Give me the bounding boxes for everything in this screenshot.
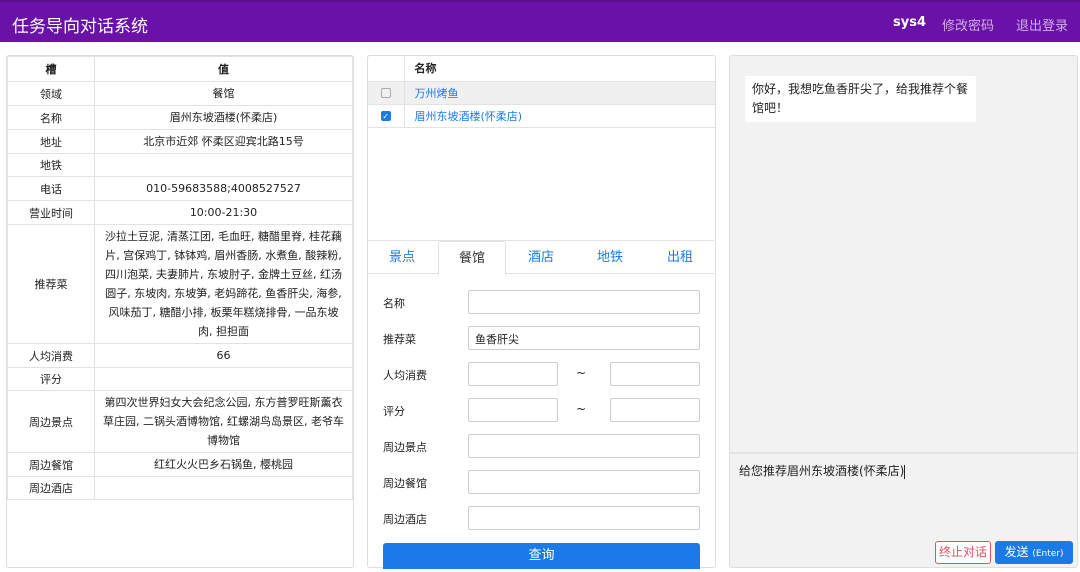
divider <box>730 452 1077 454</box>
tab-hotel[interactable]: 酒店 <box>507 241 575 275</box>
slot-name: 周边餐馆 <box>7 452 95 477</box>
app-title: 任务导向对话系统 <box>12 17 148 37</box>
table-row[interactable]: 万州烤鱼 <box>368 81 715 105</box>
table-row: 评分 <box>7 367 353 391</box>
near-rest-label: 周边餐馆 <box>383 477 427 490</box>
user-message: 你好，我想吃鱼香肝尖了，给我推荐个餐馆吧！ <box>745 76 976 122</box>
name-input[interactable] <box>468 290 700 314</box>
near-spot-input[interactable] <box>468 434 700 458</box>
send-label: 发送 <box>1004 545 1029 559</box>
price-label: 人均消费 <box>383 369 427 382</box>
slot-panel: 槽值 领域 餐馆 名称 眉州东坡酒楼(怀柔店) 地址 北京市近郊 怀柔区迎宾北路15号 地铁… <box>6 55 354 568</box>
dish-label: 推荐菜 <box>383 333 416 346</box>
username: sys4 <box>893 15 926 30</box>
result-name-link[interactable]: 眉州东坡酒楼(怀柔店) <box>404 104 715 128</box>
range-tilde: ~ <box>576 366 587 380</box>
near-hotel-label: 周边酒店 <box>383 513 427 526</box>
slot-name: 领域 <box>7 81 95 106</box>
table-row: 人均消费 66 <box>7 343 353 368</box>
table-row: 周边景点 第四次世界妇女大会纪念公园, 东方普罗旺斯薰衣草庄园, 二锅头酒博物馆,… <box>7 390 353 453</box>
slot-value: 010-59683588;4008527527 <box>94 176 353 201</box>
slot-name: 地址 <box>7 129 95 154</box>
slot-value: 66 <box>94 343 353 368</box>
table-row: 电话 010-59683588;4008527527 <box>7 176 353 201</box>
domain-tabs: 景点 餐馆 酒店 地铁 出租 <box>368 240 714 276</box>
slot-value: 第四次世界妇女大会纪念公园, 东方普罗旺斯薰衣草庄园, 二锅头酒博物馆, 红螺湖… <box>94 390 353 453</box>
send-button[interactable]: 发送 (Enter) <box>995 541 1073 564</box>
name-label: 名称 <box>383 297 405 310</box>
rating-min-input[interactable] <box>468 398 558 422</box>
near-spot-label: 周边景点 <box>383 441 427 454</box>
result-table: 名称 万州烤鱼 ✓ 眉州东坡酒楼(怀柔店) <box>368 56 715 128</box>
tab-metro[interactable]: 地铁 <box>576 241 644 275</box>
table-row: 领域 餐馆 <box>7 81 353 106</box>
slot-value: 眉州东坡酒楼(怀柔店) <box>94 105 353 130</box>
table-row: 地址 北京市近郊 怀柔区迎宾北路15号 <box>7 129 353 154</box>
slot-value: 红红火火巴乡石锅鱼, 樱桃园 <box>94 452 353 477</box>
table-row: 周边酒店 <box>7 476 353 500</box>
query-button[interactable]: 查询 <box>383 543 700 569</box>
table-row: 地铁 <box>7 153 353 177</box>
search-panel: 名称 万州烤鱼 ✓ 眉州东坡酒楼(怀柔店) 景点 餐馆 酒店 地铁 出租 名称 推… <box>367 55 716 569</box>
price-min-input[interactable] <box>468 362 558 386</box>
slot-value: 北京市近郊 怀柔区迎宾北路15号 <box>94 129 353 154</box>
result-name-link[interactable]: 万州烤鱼 <box>404 81 715 105</box>
checkbox-checked[interactable]: ✓ <box>380 111 391 121</box>
table-row: 名称 眉州东坡酒楼(怀柔店) <box>7 105 353 130</box>
near-rest-input[interactable] <box>468 470 700 494</box>
table-row[interactable]: ✓ 眉州东坡酒楼(怀柔店) <box>368 104 715 128</box>
rating-label: 评分 <box>383 405 405 418</box>
text-caret <box>904 464 906 479</box>
table-row: 周边餐馆 红红火火巴乡石锅鱼, 樱桃园 <box>7 452 353 477</box>
slot-name: 电话 <box>7 176 95 201</box>
slot-value <box>94 367 353 391</box>
col-value: 值 <box>94 56 353 82</box>
slot-name: 地铁 <box>7 153 95 177</box>
logout-link[interactable]: 退出登录 <box>1016 15 1068 34</box>
range-tilde: ~ <box>576 402 587 416</box>
slot-table: 槽值 领域 餐馆 名称 眉州东坡酒楼(怀柔店) 地址 北京市近郊 怀柔区迎宾北路15号 地铁… <box>7 56 353 500</box>
price-max-input[interactable] <box>610 362 700 386</box>
near-hotel-input[interactable] <box>468 506 700 530</box>
slot-name: 名称 <box>7 105 95 130</box>
send-hint: (Enter) <box>1032 549 1064 559</box>
app-header: 任务导向对话系统 sys4 修改密码 退出登录 <box>0 0 1080 42</box>
col-slot: 槽 <box>7 56 95 82</box>
tab-taxi[interactable]: 出租 <box>646 241 714 275</box>
dish-input[interactable]: 鱼香肝尖 <box>468 326 700 350</box>
slot-value: 沙拉土豆泥, 清蒸江团, 毛血旺, 糖醋里脊, 桂花藕片, 宫保鸡丁, 钵钵鸡,… <box>94 224 353 344</box>
tab-spot[interactable]: 景点 <box>368 241 436 275</box>
slot-name: 周边景点 <box>7 390 95 453</box>
tab-restaurant[interactable]: 餐馆 <box>438 241 506 276</box>
rating-max-input[interactable] <box>610 398 700 422</box>
slot-value: 餐馆 <box>94 81 353 106</box>
change-password-link[interactable]: 修改密码 <box>942 15 994 34</box>
slot-name: 人均消费 <box>7 343 95 368</box>
reply-text: 给您推荐眉州东坡酒楼(怀柔店) <box>739 464 905 478</box>
slot-name: 营业时间 <box>7 200 95 225</box>
stop-dialog-button[interactable]: 终止对话 <box>935 541 991 564</box>
slot-value <box>94 153 353 177</box>
slot-name: 评分 <box>7 367 95 391</box>
slot-name: 周边酒店 <box>7 476 95 500</box>
table-row: 营业时间 10:00-21:30 <box>7 200 353 225</box>
checkbox[interactable] <box>380 88 391 98</box>
table-row: 推荐菜 沙拉土豆泥, 清蒸江团, 毛血旺, 糖醋里脊, 桂花藕片, 宫保鸡丁, 钵… <box>7 224 353 344</box>
slot-value <box>94 476 353 500</box>
reply-textarea[interactable]: 给您推荐眉州东坡酒楼(怀柔店) <box>739 462 906 479</box>
slot-name: 推荐菜 <box>7 224 95 344</box>
col-name: 名称 <box>404 56 715 82</box>
slot-value: 10:00-21:30 <box>94 200 353 225</box>
chat-panel: 你好，我想吃鱼香肝尖了，给我推荐个餐馆吧！ 给您推荐眉州东坡酒楼(怀柔店) 终止… <box>729 55 1078 568</box>
